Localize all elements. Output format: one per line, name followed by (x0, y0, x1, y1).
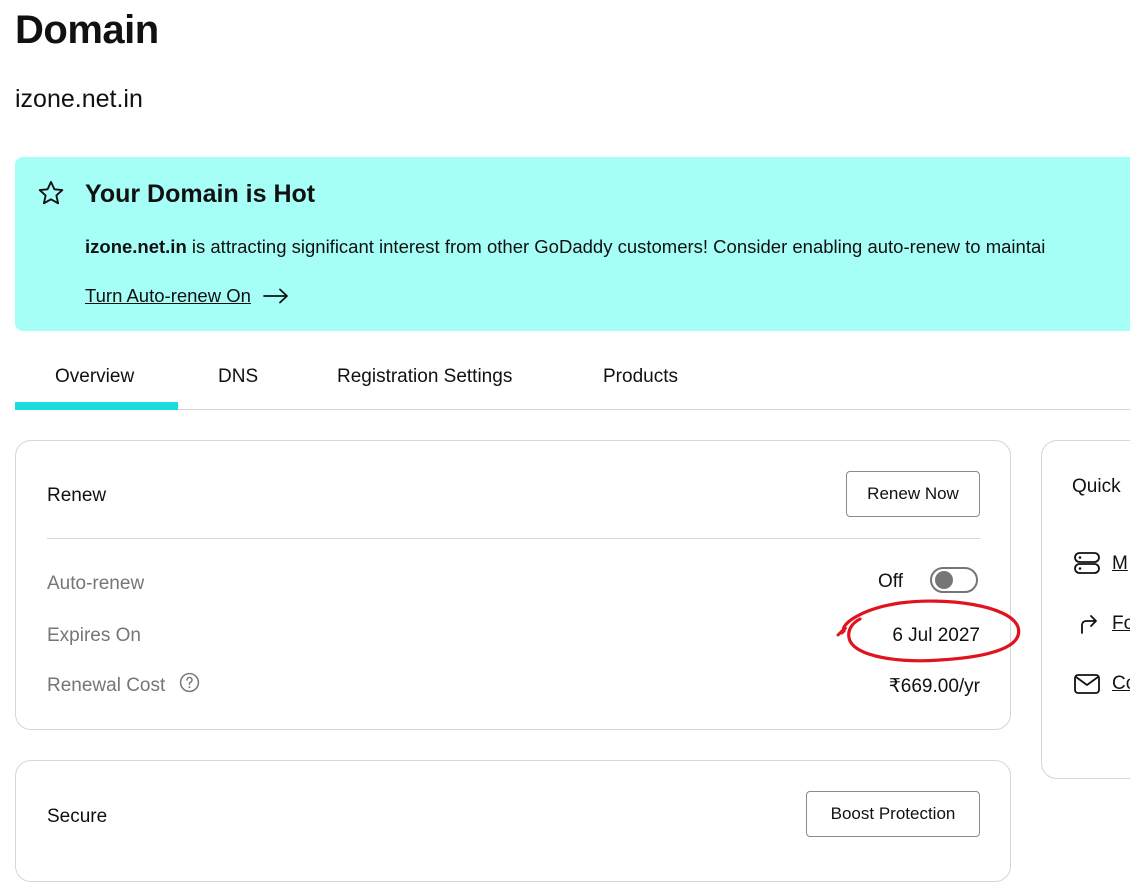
tab-overview[interactable]: Overview (15, 353, 178, 410)
mail-icon (1074, 674, 1100, 694)
expires-on-label: Expires On (47, 625, 141, 646)
auto-renew-toggle[interactable] (930, 567, 978, 593)
renewal-cost-value: ₹669.00/yr (888, 676, 980, 697)
banner-description-text: is attracting significant interest from … (186, 236, 1046, 257)
tab-dns[interactable]: DNS (205, 353, 275, 409)
quick-link-3[interactable]: Co (1112, 673, 1130, 695)
help-icon[interactable] (179, 672, 200, 693)
toggle-knob (935, 571, 953, 589)
turn-auto-renew-on-link[interactable]: Turn Auto-renew On (85, 285, 289, 307)
hot-domain-banner: Your Domain is Hot izone.net.in is attra… (15, 157, 1130, 331)
domain-tabs: Overview DNS Registration Settings Produ… (15, 353, 1130, 410)
annotation-circle (836, 599, 1021, 663)
quick-link-2[interactable]: Fo (1112, 613, 1130, 635)
banner-description: izone.net.in is attracting significant i… (85, 236, 1045, 258)
tab-registration-settings[interactable]: Registration Settings (325, 353, 545, 409)
tab-overview-label: Overview (55, 366, 135, 387)
boost-protection-button[interactable]: Boost Protection (806, 791, 980, 837)
divider (47, 538, 980, 539)
renewal-cost-label: Renewal Cost (47, 675, 166, 696)
tab-registration-settings-label: Registration Settings (337, 366, 513, 387)
tab-products[interactable]: Products (590, 353, 690, 409)
page-title: Domain (15, 8, 159, 52)
renew-now-button[interactable]: Renew Now (846, 471, 980, 517)
quick-links-card: Quick M Fo Co (1041, 440, 1130, 779)
forward-arrow-icon (1081, 615, 1097, 634)
banner-domain: izone.net.in (85, 236, 187, 257)
turn-auto-renew-on-label: Turn Auto-renew On (85, 285, 251, 306)
arrow-right-icon (263, 288, 288, 304)
banner-title: Your Domain is Hot (85, 180, 316, 208)
auto-renew-status: Off (878, 571, 903, 592)
auto-renew-label: Auto-renew (47, 573, 145, 594)
server-icon (1074, 552, 1100, 574)
tab-dns-label: DNS (218, 366, 259, 387)
quick-link-1[interactable]: M (1112, 553, 1128, 575)
renew-title: Renew (47, 485, 107, 506)
secure-title: Secure (47, 806, 108, 827)
domain-name: izone.net.in (15, 85, 143, 113)
quick-title: Quick (1072, 476, 1121, 497)
renew-card: Renew Renew Now Auto-renew Off Expires O… (15, 440, 1011, 730)
tab-products-label: Products (603, 366, 678, 387)
secure-card: Secure Boost Protection (15, 760, 1011, 882)
star-icon (38, 180, 64, 205)
